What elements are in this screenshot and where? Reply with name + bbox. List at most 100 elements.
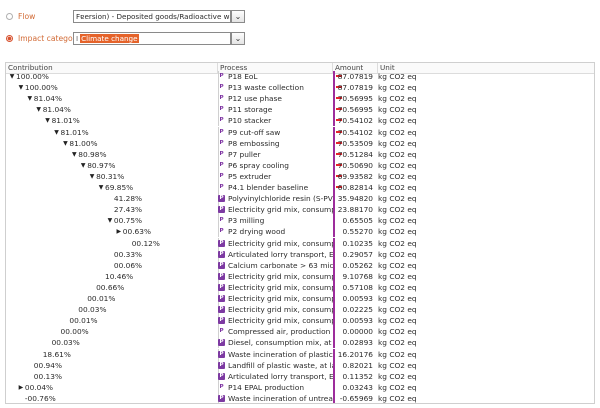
- table-row[interactable]: ▼ 81.00% P P8 embossing 70.53509 kg CO2 eq: [6, 137, 594, 149]
- table-row[interactable]: ▼ 81.04% P P12 use phase 70.56995 kg CO2 eq: [6, 93, 594, 105]
- contribution-percent: 18.61%: [42, 349, 71, 359]
- impact-combo[interactable]: I Climate change: [73, 32, 231, 45]
- table-row[interactable]: 00.66% PElectricity grid mix, consumption…: [6, 281, 594, 293]
- process-name: Diesel, consumption mix, at refin: [228, 338, 333, 348]
- table-row[interactable]: 00.33% PArticulated lorry transport, Euro…: [6, 248, 594, 260]
- flow-radio[interactable]: [6, 13, 13, 20]
- process-name: Electricity grid mix, consumption: [228, 238, 333, 248]
- table-row[interactable]: 00.06% PCalcium carbonate > 63 microns, 0.…: [6, 259, 594, 271]
- contribution-cell: 00.66%: [6, 282, 218, 293]
- contribution-cell: ▼ 80.98%: [6, 149, 218, 160]
- table-row[interactable]: 00.13% PArticulated lorry transport, Euro…: [6, 370, 594, 382]
- amount-cell: 70.50690: [337, 160, 373, 170]
- expand-arrow-down-icon[interactable]: ▼: [88, 171, 96, 182]
- table-row[interactable]: 27.43% PElectricity grid mix, consumption…: [6, 204, 594, 216]
- table-row[interactable]: 00.01% PElectricity grid mix, consumption…: [6, 315, 594, 327]
- expand-arrow-down-icon[interactable]: ▼: [70, 149, 78, 160]
- expand-arrow-down-icon[interactable]: ▼: [79, 160, 87, 171]
- unit-process-icon: P: [219, 139, 224, 146]
- expand-arrow-down-icon[interactable]: ▼: [8, 71, 16, 82]
- flow-radio-row[interactable]: Flow: [6, 12, 35, 21]
- table-row[interactable]: ▼ 00.75% P P3 milling 0.65505 kg CO2 eq: [6, 215, 594, 227]
- expand-arrow-right-icon[interactable]: ▶: [17, 382, 25, 393]
- table-row[interactable]: 41.28% PPolyvinylchloride resin (S-PVC), …: [6, 193, 594, 205]
- unit-cell: kg CO2 eq: [378, 183, 417, 192]
- amount-cell: -0.65969: [339, 393, 373, 403]
- process-name: P8 embossing: [228, 138, 280, 148]
- process-name: P7 puller: [228, 149, 261, 159]
- table-row[interactable]: ▼ 100.00% P P18 EoL 87.07819 kg CO2 eq: [6, 71, 594, 82]
- contribution-percent: 27.43%: [113, 205, 143, 215]
- table-row[interactable]: 18.61% PWaste incineration of plastics (r…: [6, 348, 594, 360]
- amount-cell: 0.11352: [342, 371, 373, 381]
- unit-cell: kg CO2 eq: [378, 116, 417, 126]
- table-row[interactable]: ▶ 00.63% P P2 drying wood 0.55270 kg CO2 eq: [6, 226, 594, 238]
- table-row[interactable]: 00.01% PElectricity grid mix, consumption…: [6, 293, 594, 304]
- unit-cell: kg CO2 eq: [378, 382, 417, 392]
- process-cell: PElectricity grid mix, consumption: [218, 271, 333, 282]
- impact-radio[interactable]: [6, 35, 13, 42]
- system-process-icon: P: [218, 272, 225, 280]
- expand-arrow-down-icon[interactable]: ▼: [44, 115, 52, 126]
- unit-cell: kg CO2 eq: [378, 149, 417, 159]
- unit-cell: kg CO2 eq: [378, 349, 417, 359]
- expand-arrow-down-icon[interactable]: ▼: [61, 138, 69, 149]
- contribution-cell: ▼ 81.01%: [6, 115, 218, 126]
- contribution-cell: 18.61%: [6, 349, 218, 360]
- process-name: Polyvinylchloride resin (S-PVC), p: [228, 194, 333, 204]
- expand-arrow-right-icon[interactable]: ▶: [115, 226, 123, 237]
- table-row[interactable]: 10.46% PElectricity grid mix, consumption…: [6, 270, 594, 282]
- contribution-tree-table[interactable]: Contribution Process Amount Unit ▼ 100.00…: [5, 62, 595, 404]
- chevron-down-icon: ⌄: [234, 11, 242, 21]
- expand-arrow-down-icon[interactable]: ▼: [106, 215, 114, 226]
- table-row[interactable]: 00.03% PElectricity grid mix, consumption…: [6, 304, 594, 316]
- contribution-percent: 00.94%: [33, 360, 62, 370]
- table-row[interactable]: 00.94% PLandfill of plastic waste, at lan…: [6, 359, 594, 371]
- process-name: Electricity grid mix, consumption: [228, 305, 333, 315]
- table-row[interactable]: ▼ 80.98% P P7 puller 70.51284 kg CO2 eq: [6, 148, 594, 160]
- table-row[interactable]: ▼ 100.00% P P13 waste collection 87.07819 kg …: [6, 82, 594, 94]
- unit-cell: kg CO2 eq: [378, 393, 417, 403]
- table-row[interactable]: 00.00% P Compressed air, production mix, 0.…: [6, 326, 594, 338]
- table-row[interactable]: ▼ 81.04% P P11 storage 70.56995 kg CO2 eq: [6, 104, 594, 116]
- table-row[interactable]: ▼ 69.85% P P4.1 blender baseline 60.82814 kg …: [6, 182, 594, 193]
- unit-process-icon: P: [219, 217, 224, 224]
- amount-cell: 16.20176: [337, 349, 373, 359]
- process-cell: PElectricity grid mix, consumption: [218, 315, 333, 326]
- process-cell: PElectricity grid mix, consumption: [218, 282, 333, 293]
- table-row[interactable]: -00.76% PWaste incineration of untreated-…: [6, 392, 594, 403]
- flow-combo[interactable]: Fɐersion) - Deposited goods/Radioactive …: [73, 10, 231, 23]
- table-row[interactable]: 00.12% PElectricity grid mix, consumption…: [6, 237, 594, 249]
- process-cell: P P7 puller: [218, 149, 333, 160]
- flow-dropdown-button[interactable]: ⌄: [231, 10, 245, 23]
- unit-process-icon: P: [219, 95, 224, 102]
- unit-cell: kg CO2 eq: [378, 216, 417, 226]
- contribution-cell: ▼ 81.00%: [6, 138, 218, 149]
- amount-cell: 87.07819: [337, 72, 373, 81]
- contribution-cell: ▼ 00.75%: [6, 215, 218, 226]
- unit-cell: kg CO2 eq: [378, 94, 417, 104]
- unit-process-icon: P: [219, 117, 224, 124]
- expand-arrow-down-icon[interactable]: ▼: [53, 127, 61, 138]
- process-name: P9 cut-off saw: [228, 127, 281, 137]
- contribution-cell: ▼ 81.04%: [6, 93, 218, 104]
- contribution-percent: 81.04%: [33, 94, 62, 104]
- expand-arrow-down-icon[interactable]: ▼: [17, 82, 25, 93]
- table-row[interactable]: ▼ 81.01% P P10 stacker 70.54102 kg CO2 eq: [6, 115, 594, 127]
- process-name: P11 storage: [228, 105, 273, 115]
- unit-process-icon: P: [219, 106, 224, 113]
- contribution-cell: 41.28%: [6, 193, 218, 204]
- expand-arrow-down-icon[interactable]: ▼: [35, 104, 43, 115]
- impact-radio-row[interactable]: Impact category: [6, 34, 80, 43]
- contribution-cell: -00.76%: [6, 393, 218, 403]
- table-row[interactable]: ▼ 80.31% P P5 extruder 69.93582 kg CO2 eq: [6, 170, 594, 182]
- impact-dropdown-button[interactable]: ⌄: [231, 32, 245, 45]
- table-row[interactable]: ▶ 00.04% P P14 EPAL production 0.03243 kg CO2…: [6, 381, 594, 393]
- table-row[interactable]: ▼ 81.01% P P9 cut-off saw 70.54102 kg CO2 eq: [6, 126, 594, 138]
- table-row[interactable]: 00.03% PDiesel, consumption mix, at refin…: [6, 337, 594, 349]
- expand-arrow-down-icon[interactable]: ▼: [97, 182, 105, 193]
- expand-arrow-down-icon[interactable]: ▼: [26, 93, 34, 104]
- table-row[interactable]: ▼ 80.97% P P6 spray cooling 70.50690 kg CO2 e…: [6, 159, 594, 171]
- contribution-percent: 80.31%: [96, 171, 125, 181]
- system-process-icon: P: [218, 350, 225, 358]
